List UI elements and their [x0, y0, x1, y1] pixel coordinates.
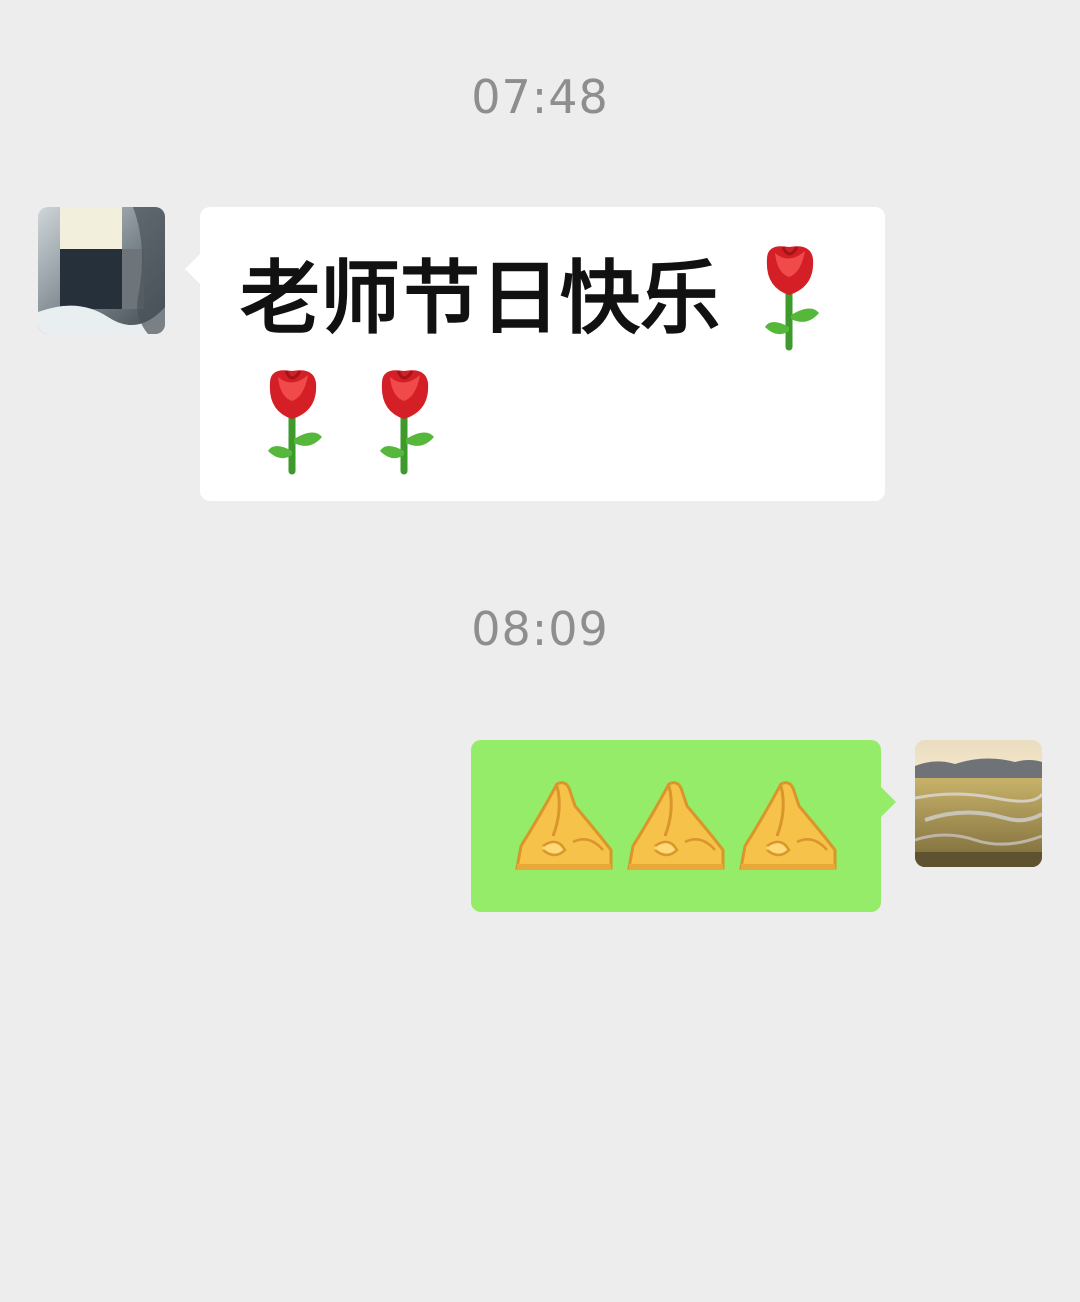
user-avatar[interactable]: [915, 740, 1042, 867]
message-text: 老师节日快乐: [240, 252, 720, 345]
rose-icon: [765, 246, 819, 351]
chat-view: 07:48 老师节日快乐 08:09: [0, 0, 1080, 1302]
timestamp: 08:09: [471, 602, 609, 656]
folded-hands-icon: [739, 781, 837, 870]
avatar-image: [38, 207, 165, 334]
timestamp: 07:48: [471, 70, 609, 124]
rose-icon: [268, 370, 322, 475]
avatar-image: [915, 740, 1042, 867]
contact-avatar[interactable]: [38, 207, 165, 334]
folded-hands-icon: [515, 781, 613, 870]
rose-icon: [380, 370, 434, 475]
incoming-message-bubble[interactable]: 老师节日快乐: [185, 207, 885, 501]
outgoing-message-bubble[interactable]: [471, 740, 896, 912]
folded-hands-icon: [627, 781, 725, 870]
